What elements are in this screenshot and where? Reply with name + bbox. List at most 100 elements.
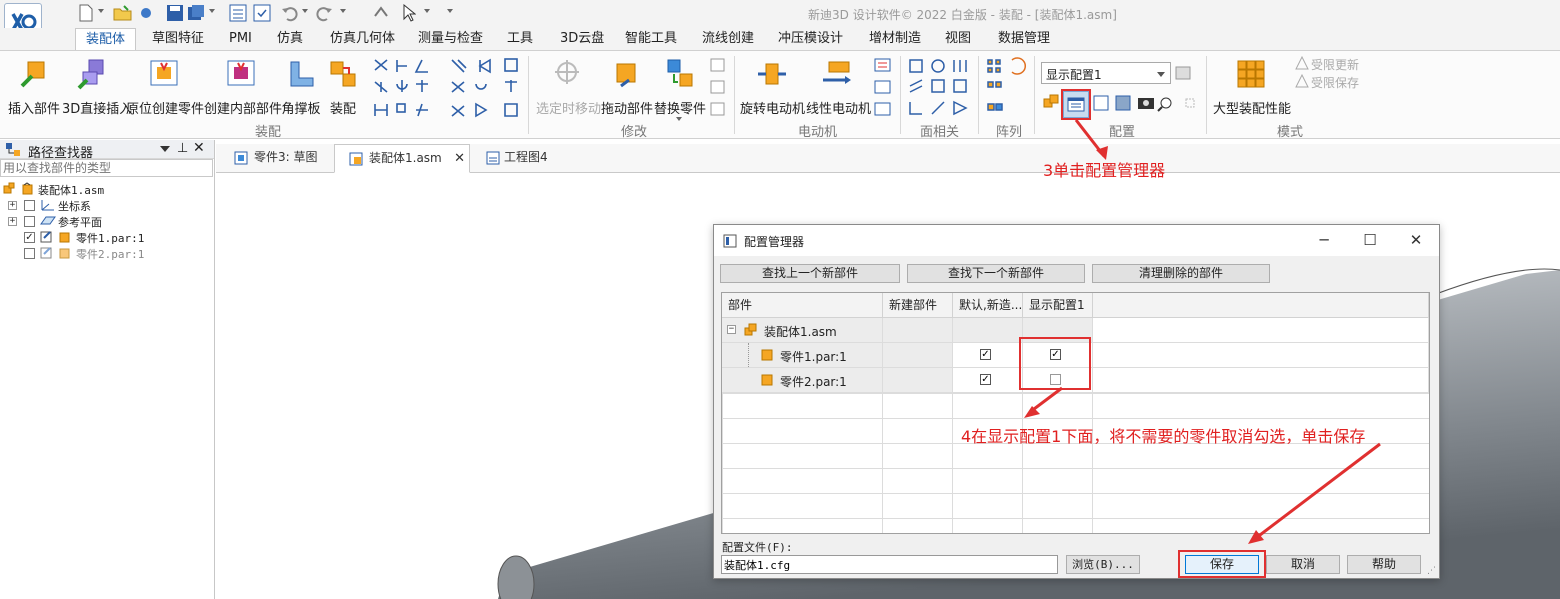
doc-tab-drawing4[interactable]: 工程图4 — [472, 144, 576, 173]
save-icon[interactable] — [166, 4, 184, 22]
linear-motor-button[interactable]: 线性电动机 — [806, 56, 871, 118]
tab-stamping-die[interactable]: 冲压模设计 — [778, 28, 843, 51]
undo-icon[interactable] — [281, 4, 299, 22]
clean-deleted-parts-button[interactable]: 清理删除的部件 — [1092, 264, 1270, 283]
tab-sketch-features[interactable]: 草图特征 — [152, 28, 204, 51]
move-on-select-button[interactable]: 选定时移动 — [536, 56, 601, 118]
pathfinder-search-input[interactable] — [0, 159, 213, 177]
tree-checkbox-checked[interactable]: ✓ — [24, 232, 35, 243]
tree-item-part2[interactable]: 零件2.par:1 — [76, 246, 144, 262]
tree-expander[interactable]: + — [8, 217, 17, 226]
tree-checkbox[interactable] — [24, 200, 35, 211]
open-folder-icon[interactable] — [113, 4, 132, 22]
column-header-new-part[interactable]: 新建部件 — [883, 293, 953, 318]
table-row[interactable]: − 装配体1.asm — [722, 318, 883, 343]
relationship-tools-grid[interactable] — [372, 56, 522, 122]
chevron-down-icon[interactable] — [209, 9, 215, 13]
pane-menu-icon[interactable] — [160, 146, 170, 152]
cancel-button[interactable]: 取消 — [1266, 555, 1340, 574]
rotary-motor-button[interactable]: 旋转电动机 — [740, 56, 805, 118]
maximize-button[interactable]: ☐ — [1347, 225, 1393, 255]
display-config-dropdown[interactable]: 显示配置1 — [1041, 62, 1171, 84]
modify-small-tools[interactable] — [708, 56, 728, 118]
display-config-checkbox-highlight — [1019, 337, 1091, 390]
coordinate-system-icon — [41, 200, 54, 211]
close-button[interactable]: ✕ — [1393, 225, 1439, 255]
tab-measure-inspect[interactable]: 测量与检查 — [418, 28, 483, 51]
tab-additive[interactable]: 增材制造 — [869, 28, 921, 51]
tree-item-reference-planes[interactable]: 参考平面 — [58, 214, 102, 230]
pin-icon[interactable]: ⊥ — [177, 141, 188, 156]
chevron-down-icon[interactable] — [676, 117, 682, 121]
repeat-command-icon[interactable] — [372, 4, 390, 22]
tree-item-assembly[interactable]: 装配体1.asm — [38, 182, 104, 198]
save-button[interactable]: 保存 — [1185, 555, 1259, 574]
tab-data-management[interactable]: 数据管理 — [998, 28, 1050, 51]
help-button[interactable]: 帮助 — [1347, 555, 1421, 574]
tree-checkbox[interactable] — [24, 216, 35, 227]
tab-view[interactable]: 视图 — [945, 28, 971, 51]
tree-item-coordinate-system[interactable]: 坐标系 — [58, 198, 91, 214]
tree-checkbox[interactable] — [24, 248, 35, 259]
tab-assembly[interactable]: 装配体 — [75, 28, 137, 51]
chevron-down-icon[interactable] — [424, 9, 430, 13]
chevron-down-icon[interactable] — [340, 9, 346, 13]
tab-sim-geometry[interactable]: 仿真几何体 — [330, 28, 395, 51]
tree-item-part1[interactable]: 零件1.par:1 — [76, 230, 144, 246]
table-row[interactable]: 零件2.par:1 — [722, 368, 883, 393]
properties-icon[interactable] — [229, 4, 247, 22]
tree-expander[interactable]: + — [8, 201, 17, 210]
create-internal-part-button[interactable]: 创建内部部件 — [204, 56, 282, 118]
tab-streamline[interactable]: 流线创建 — [702, 28, 754, 51]
drag-component-button[interactable]: 拖动部件 — [600, 56, 654, 118]
tab-pmi[interactable]: PMI — [229, 28, 252, 51]
annotation-arrow — [1248, 442, 1381, 544]
tab-3d-cloud[interactable]: 3D云盘 — [560, 28, 604, 51]
config-manager-button[interactable] — [1063, 91, 1089, 118]
group-separator — [734, 56, 735, 134]
redo-icon[interactable] — [315, 4, 333, 22]
check-sheet-icon[interactable] — [253, 4, 271, 22]
find-next-new-part-button[interactable]: 查找下一个新部件 — [907, 264, 1085, 283]
doc-tab-assembly1[interactable]: 装配体1.asm ✕ — [334, 144, 470, 173]
config-file-input[interactable] — [721, 555, 1058, 574]
find-previous-new-part-button[interactable]: 查找上一个新部件 — [720, 264, 900, 283]
tab-smart-tools[interactable]: 智能工具 — [625, 28, 677, 51]
large-assembly-performance-button[interactable]: 大型装配性能 — [1213, 56, 1291, 118]
replace-part-button[interactable]: 替换零件 — [654, 56, 706, 118]
3d-direct-insert-button[interactable]: 3D直接插入 — [62, 56, 132, 118]
doc-tab-part3-sketch[interactable]: 零件3: 草图 — [220, 144, 332, 173]
new-file-icon[interactable] — [78, 4, 96, 22]
close-icon[interactable]: ✕ — [193, 140, 205, 156]
select-arrow-icon[interactable] — [402, 3, 420, 22]
tree-collapse-icon[interactable]: − — [727, 325, 736, 334]
insert-part-button[interactable]: 插入部件 — [6, 56, 62, 118]
table-cell — [883, 343, 953, 368]
assembly-doc-icon — [349, 152, 363, 166]
minimize-button[interactable]: ─ — [1301, 225, 1347, 255]
chevron-down-icon[interactable] — [302, 9, 308, 13]
save-all-icon[interactable] — [187, 4, 205, 22]
default-checkbox-part1[interactable]: ✓ — [980, 349, 991, 360]
motor-small-tools[interactable] — [872, 56, 894, 118]
column-header-default[interactable]: 默认,新造... — [953, 293, 1023, 318]
default-checkbox-part2[interactable]: ✓ — [980, 374, 991, 385]
chevron-down-icon[interactable] — [98, 9, 104, 13]
resize-grip-icon[interactable]: ⋰ — [1427, 566, 1437, 576]
table-row[interactable]: 零件1.par:1 — [722, 343, 883, 393]
column-header-part[interactable]: 部件 — [722, 293, 883, 318]
config-settings-icon[interactable] — [1174, 64, 1194, 82]
create-part-icon — [150, 60, 178, 86]
tab-tools[interactable]: 工具 — [507, 28, 533, 51]
customize-toolbar-icon[interactable] — [447, 9, 453, 13]
tab-simulation[interactable]: 仿真 — [277, 28, 303, 51]
browse-button[interactable]: 浏览(B)... — [1066, 555, 1140, 574]
assemble-button[interactable]: 装配 — [324, 56, 362, 118]
gusset-button[interactable]: 角撑板 — [280, 56, 322, 118]
column-header-display-config1[interactable]: 显示配置1 — [1023, 293, 1093, 318]
close-tab-icon[interactable]: ✕ — [454, 145, 465, 172]
pattern-tools-grid[interactable] — [984, 56, 1032, 118]
cloud-icon[interactable] — [138, 4, 156, 22]
in-place-create-part-button[interactable]: 原位创建零件 — [126, 56, 204, 118]
face-tools-grid[interactable] — [906, 56, 972, 118]
